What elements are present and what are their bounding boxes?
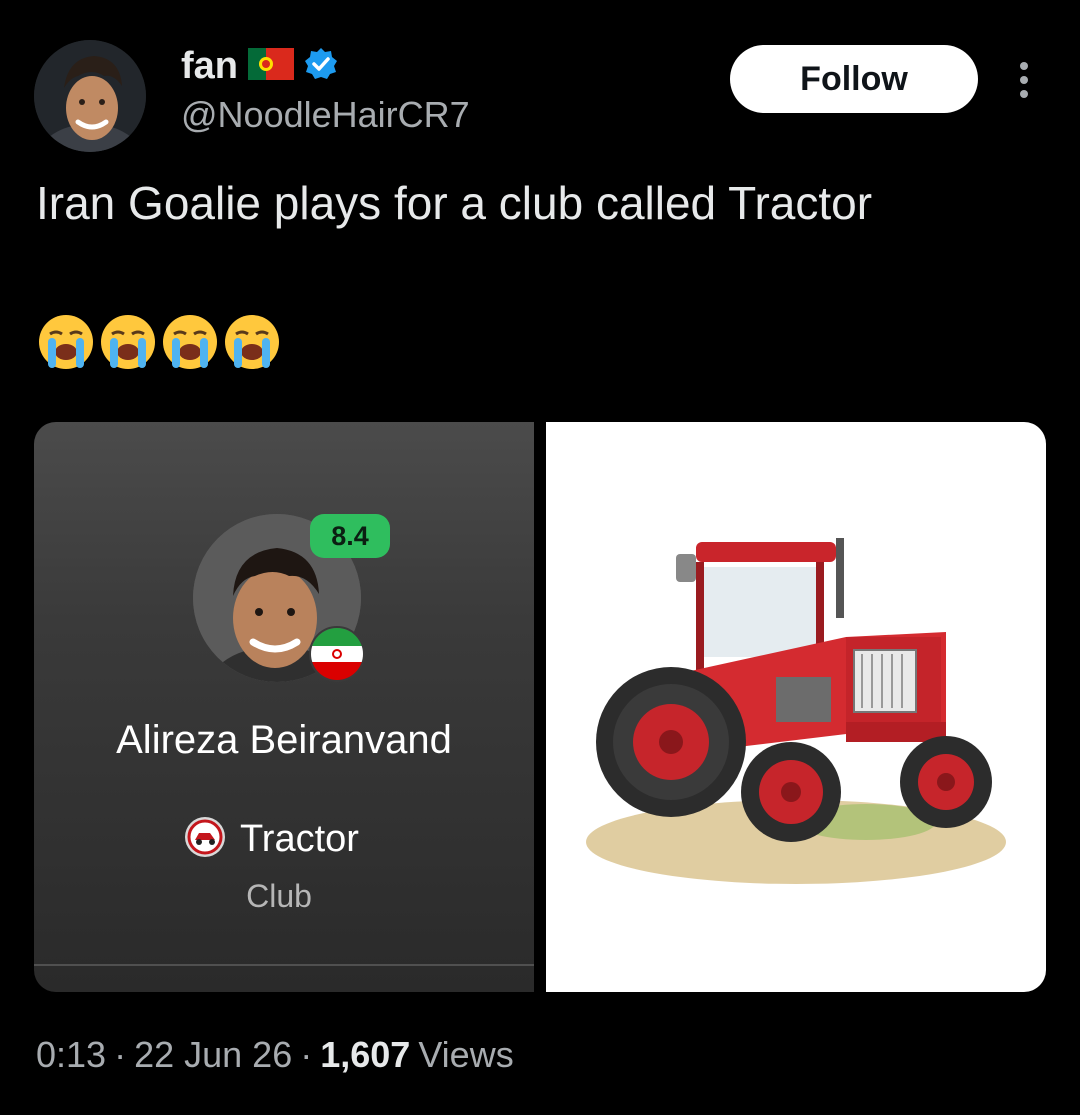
loudly-crying-face-icon — [222, 312, 282, 372]
views-count[interactable]: 1,607 — [320, 1034, 410, 1076]
player-name: Alireza Beiranvand — [116, 718, 452, 762]
tweet-time[interactable]: 0:13 — [36, 1034, 106, 1076]
author-handle[interactable]: @NoodleHairCR7 — [181, 94, 470, 136]
rating-badge: 8.4 — [310, 514, 390, 558]
tweet-meta: 0:13 · 22 Jun 26 · 1,607 Views — [36, 1034, 514, 1076]
verified-badge-icon — [304, 47, 338, 86]
club-subtitle: Club — [246, 878, 312, 914]
views-label: Views — [418, 1034, 514, 1075]
author-avatar[interactable] — [34, 40, 146, 152]
loudly-crying-face-icon — [160, 312, 220, 372]
tweet-text: Iran Goalie plays for a club called Trac… — [36, 177, 873, 229]
meta-separator: · — [300, 1034, 313, 1075]
tweet-date[interactable]: 22 Jun 26 — [134, 1034, 292, 1076]
meta-separator: · — [114, 1034, 127, 1075]
media-player-card[interactable]: 8.4 Alireza Beiranvand Tractor Club — [34, 422, 534, 992]
more-vertical-icon[interactable] — [1012, 60, 1036, 100]
loudly-crying-face-icon — [36, 312, 96, 372]
emoji-row — [36, 312, 282, 372]
author-name-row[interactable]: fan — [181, 42, 338, 90]
portugal-flag-icon — [248, 47, 294, 85]
card-divider — [34, 964, 534, 966]
tractor-club-crest-icon — [184, 816, 226, 863]
author-display-name[interactable]: fan — [181, 45, 238, 88]
club-row[interactable]: Tractor — [184, 816, 359, 863]
loudly-crying-face-icon — [98, 312, 158, 372]
follow-button[interactable]: Follow — [730, 45, 978, 113]
club-name[interactable]: Tractor — [240, 818, 359, 861]
media-tractor-image[interactable] — [546, 422, 1046, 992]
red-tractor-illustration — [586, 538, 1006, 884]
iran-flag-icon — [309, 626, 365, 682]
